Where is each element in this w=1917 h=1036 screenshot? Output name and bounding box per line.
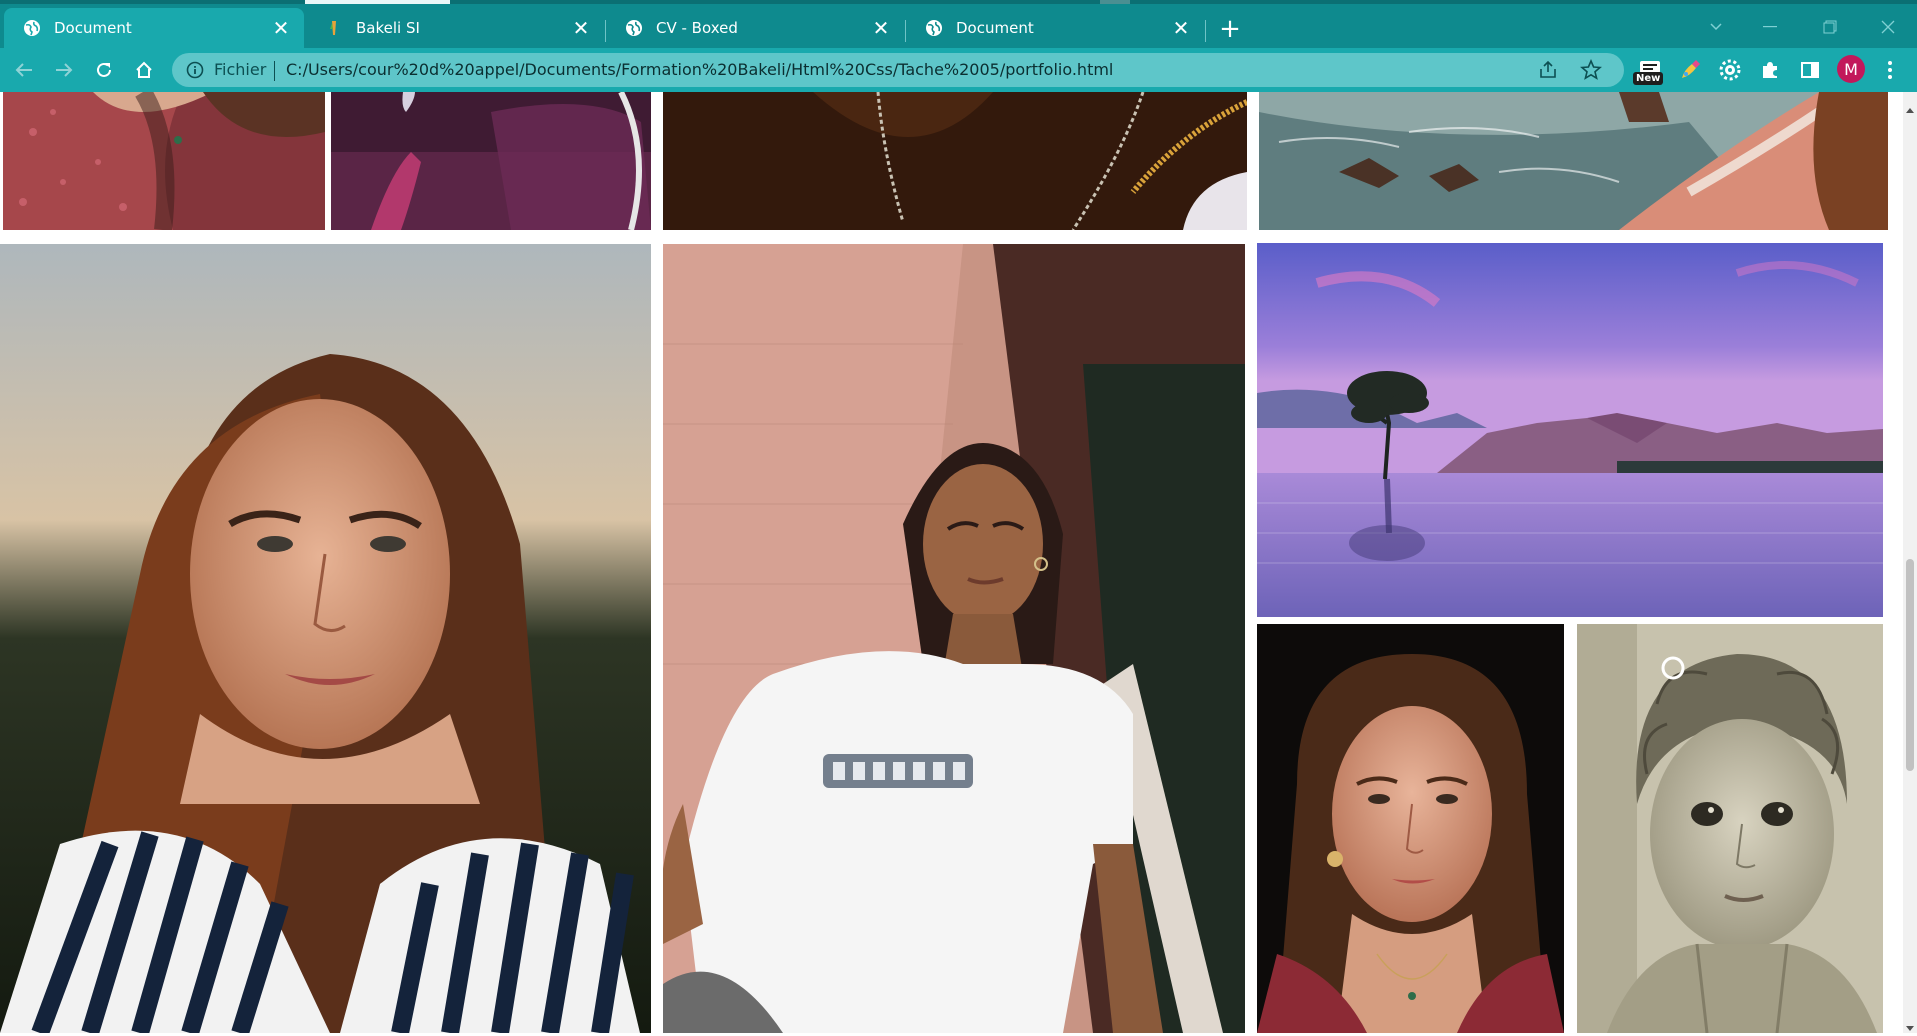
photo-dark-skin-necklaces: [663, 92, 1247, 230]
new-tab-button[interactable]: +: [1216, 16, 1244, 44]
home-icon[interactable]: [128, 54, 160, 86]
info-icon[interactable]: [186, 61, 204, 79]
photo-hand-feather: [331, 92, 651, 230]
minimize-window-icon[interactable]: [1748, 12, 1792, 42]
bakeli-favicon-icon: [324, 18, 344, 38]
photo-lone-tree-lake: [1257, 243, 1883, 617]
tab-bakeli-si[interactable]: Bakeli SI ✕: [306, 8, 604, 48]
close-window-icon[interactable]: [1866, 12, 1910, 42]
tab-title: Bakeli SI: [356, 19, 420, 37]
side-panel-icon[interactable]: [1796, 56, 1824, 84]
scrollbar-thumb[interactable]: [1906, 559, 1914, 771]
globe-icon: [924, 18, 944, 38]
tab-cv-boxed[interactable]: CV - Boxed ✕: [606, 8, 904, 48]
back-arrow-icon[interactable]: [8, 54, 40, 86]
scroll-down-arrow-icon[interactable]: [1906, 1017, 1914, 1031]
globe-icon: [624, 18, 644, 38]
close-tab-icon[interactable]: ✕: [270, 16, 292, 40]
reload-icon[interactable]: [88, 54, 120, 86]
close-tab-icon[interactable]: ✕: [1170, 16, 1192, 40]
tab-title: Document: [54, 19, 132, 37]
bookmark-star-icon[interactable]: [1580, 58, 1602, 81]
close-tab-icon[interactable]: ✕: [870, 16, 892, 40]
extension-new-badge: New: [1633, 72, 1664, 85]
tab-document-2[interactable]: Document ✕: [906, 8, 1204, 48]
profile-avatar[interactable]: M: [1837, 55, 1865, 83]
globe-icon: [22, 18, 42, 38]
tab-title: CV - Boxed: [656, 19, 738, 37]
tab-search-icon[interactable]: [1694, 12, 1738, 42]
more-menu-icon[interactable]: [1876, 56, 1904, 84]
paint-brush-icon[interactable]: [1676, 56, 1704, 84]
close-tab-icon[interactable]: ✕: [570, 16, 592, 40]
restore-window-icon[interactable]: [1808, 12, 1852, 42]
tab-bar: Document ✕ Bakeli SI ✕ CV - Boxed ✕ Docu…: [0, 4, 1917, 48]
address-scheme-label: Fichier: [214, 60, 267, 79]
scroll-up-arrow-icon[interactable]: [1906, 98, 1914, 113]
photo-woman-portrait-dark: [1257, 624, 1564, 1033]
tab-title: Document: [956, 19, 1034, 37]
photo-woman-striped-shirt: [0, 244, 651, 1033]
browser-toolbar: Fichier C:/Users/cour%20d%20appel/Docume…: [0, 48, 1917, 92]
tab-document-1[interactable]: Document ✕: [4, 8, 304, 48]
page-viewport: [0, 92, 1903, 1033]
address-url-text[interactable]: C:/Users/cour%20d%20appel/Documents/Form…: [286, 60, 1113, 79]
address-bar[interactable]: Fichier C:/Users/cour%20d%20appel/Docume…: [172, 53, 1624, 87]
gear-icon[interactable]: [1716, 56, 1744, 84]
puzzle-piece-icon[interactable]: [1756, 56, 1784, 84]
photo-rocky-coast: [1259, 92, 1888, 230]
page-scrollbar[interactable]: [1903, 92, 1917, 1033]
photo-child-sepia: [1577, 624, 1883, 1033]
share-icon[interactable]: [1538, 60, 1558, 80]
photo-woman-red-dress: [3, 92, 325, 230]
photo-woman-white-tshirt: [663, 244, 1245, 1033]
forward-arrow-icon[interactable]: [48, 54, 80, 86]
